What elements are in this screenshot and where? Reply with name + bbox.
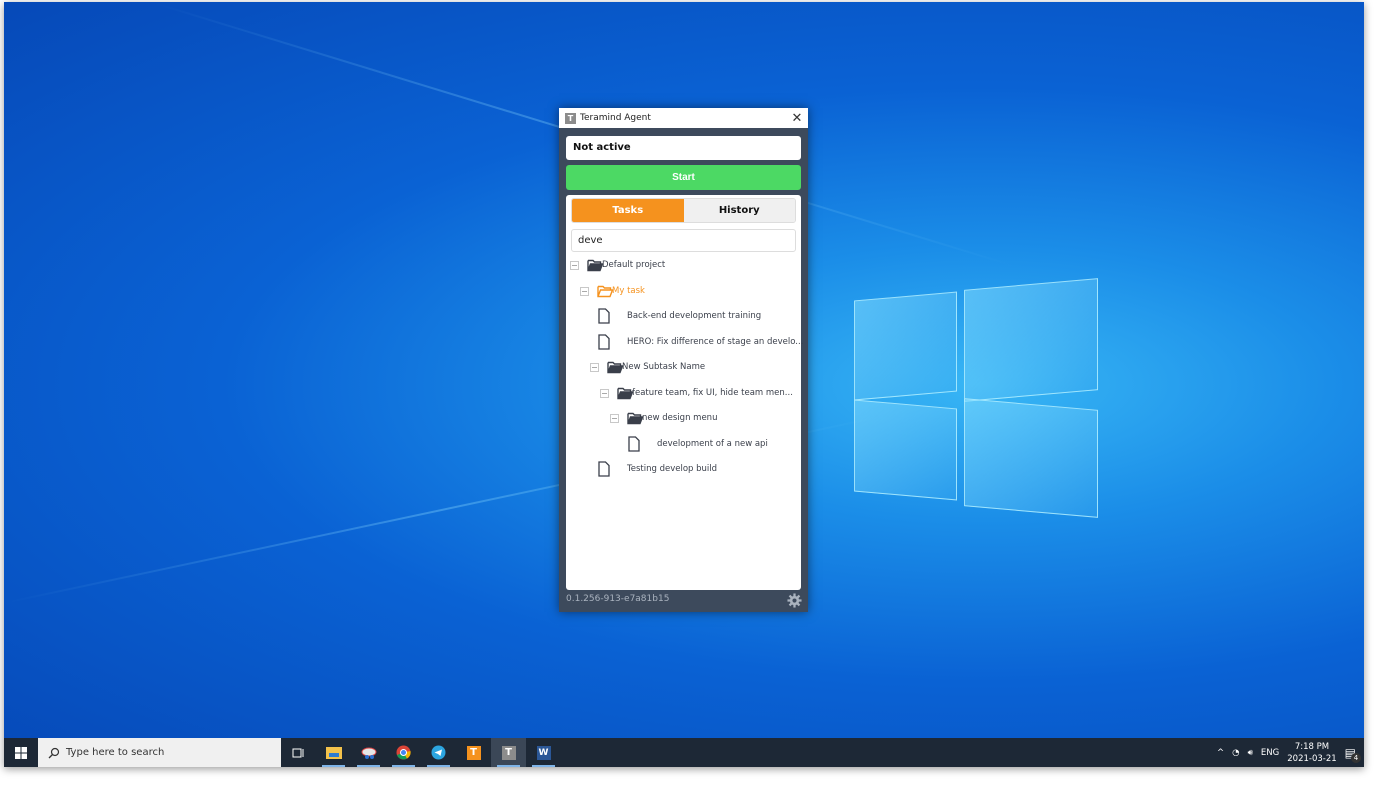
tree-item-label: development of a new api [657, 438, 768, 449]
tree-item-label: New Subtask Name [622, 362, 706, 372]
taskbar-search[interactable]: Type here to search [38, 738, 281, 767]
tree-item-label: new design menu [642, 413, 718, 423]
taskbar-teramind-orange[interactable]: T [456, 738, 491, 767]
taskbar-file-explorer[interactable] [316, 738, 351, 767]
version-label: 0.1.256-913-e7a81b15 [566, 594, 670, 604]
collapse-icon[interactable] [610, 414, 619, 423]
notifications-icon[interactable]: ▤ 4 [1345, 746, 1361, 763]
folder-icon [587, 259, 604, 275]
folder-icon [617, 387, 634, 403]
tree-task[interactable]: Back-end development training [566, 308, 801, 326]
tree-item-label: Back-end development training [627, 311, 762, 321]
tree-item-label: My task [612, 285, 645, 296]
tree-task[interactable]: HERO: Fix difference of stage an develo.… [566, 333, 804, 353]
folder-icon [627, 412, 644, 428]
system-tray: ^ ◔ 🔊︎ ENG 7:18 PM 2021-03-21 ▤ 4 [1217, 741, 1364, 765]
tree-folder[interactable]: Default project [566, 257, 801, 275]
file-icon [598, 308, 610, 327]
tree-item-label: HERO: Fix difference of stage an develo.… [627, 336, 804, 347]
task-view-icon [292, 748, 303, 757]
tree-folder[interactable]: new design menu [566, 410, 801, 428]
taskbar-teramind-agent[interactable]: T [491, 738, 526, 767]
volume-icon[interactable]: 🔊︎ [1248, 748, 1253, 758]
teramind-agent-window: T Teramind Agent ✕ Not active Start Task… [559, 108, 808, 612]
folder-icon [597, 285, 614, 301]
tree-task[interactable]: Testing develop build [566, 461, 801, 479]
tasks-panel: Tasks History Default project My task Back… [566, 195, 804, 590]
clock[interactable]: 7:18 PM 2021-03-21 [1287, 741, 1336, 765]
taskbar-snipping-tool[interactable] [351, 738, 386, 767]
tab-tasks[interactable]: Tasks [572, 199, 684, 222]
task-search-input[interactable] [571, 229, 796, 252]
tree-item-label: feature team, fix UI, hide team men... [632, 387, 793, 398]
file-icon [598, 461, 610, 480]
gear-icon[interactable] [787, 593, 802, 608]
task-view-button[interactable] [281, 738, 316, 767]
date: 2021-03-21 [1287, 753, 1337, 764]
word-icon: W [536, 745, 551, 760]
close-button[interactable]: ✕ [786, 111, 808, 126]
notification-count: 4 [1351, 752, 1361, 763]
chrome-icon [396, 745, 411, 760]
network-icon[interactable]: ◔ [1232, 748, 1239, 758]
taskbar: Type here to search T T W ^ ◔ 🔊︎ ENG 7:1… [4, 738, 1364, 767]
search-placeholder: Type here to search [66, 747, 165, 758]
teramind-icon: T [466, 745, 481, 760]
tree-item-label: Testing develop build [627, 464, 718, 474]
collapse-icon[interactable] [590, 363, 599, 372]
tab-bar: Tasks History [571, 198, 796, 223]
title-bar: T Teramind Agent ✕ [559, 108, 808, 128]
time: 7:18 PM [1294, 741, 1330, 752]
search-icon [48, 747, 60, 758]
status-display: Not active [566, 136, 801, 160]
telegram-icon [431, 745, 446, 760]
file-icon [628, 435, 640, 455]
window-title: Teramind Agent [580, 113, 651, 123]
start-button[interactable]: Start [566, 165, 801, 190]
language-indicator[interactable]: ENG [1261, 748, 1279, 758]
file-icon [598, 333, 610, 353]
tree-folder[interactable]: New Subtask Name [566, 359, 801, 377]
teramind-agent-icon: T [501, 745, 516, 760]
collapse-icon[interactable] [580, 286, 589, 296]
app-icon: T [565, 112, 576, 124]
tree-task[interactable]: development of a new api [566, 435, 801, 455]
taskbar-word[interactable]: W [526, 738, 561, 767]
collapse-icon[interactable] [600, 388, 609, 398]
snipping-tool-icon [361, 747, 376, 759]
tab-history[interactable]: History [683, 199, 795, 222]
tree-item-label: Default project [602, 260, 666, 270]
folder-icon [607, 361, 624, 377]
start-button[interactable] [4, 738, 38, 767]
windows-logo [849, 274, 1099, 529]
tree-folder[interactable]: feature team, fix UI, hide team men... [566, 385, 801, 403]
tree-folder[interactable]: My task [566, 283, 801, 301]
taskbar-telegram[interactable] [421, 738, 456, 767]
chevron-up-icon[interactable]: ^ [1217, 748, 1224, 758]
folder-icon [325, 747, 342, 759]
windows-icon [15, 746, 27, 759]
collapse-icon[interactable] [570, 261, 579, 270]
taskbar-chrome[interactable] [386, 738, 421, 767]
